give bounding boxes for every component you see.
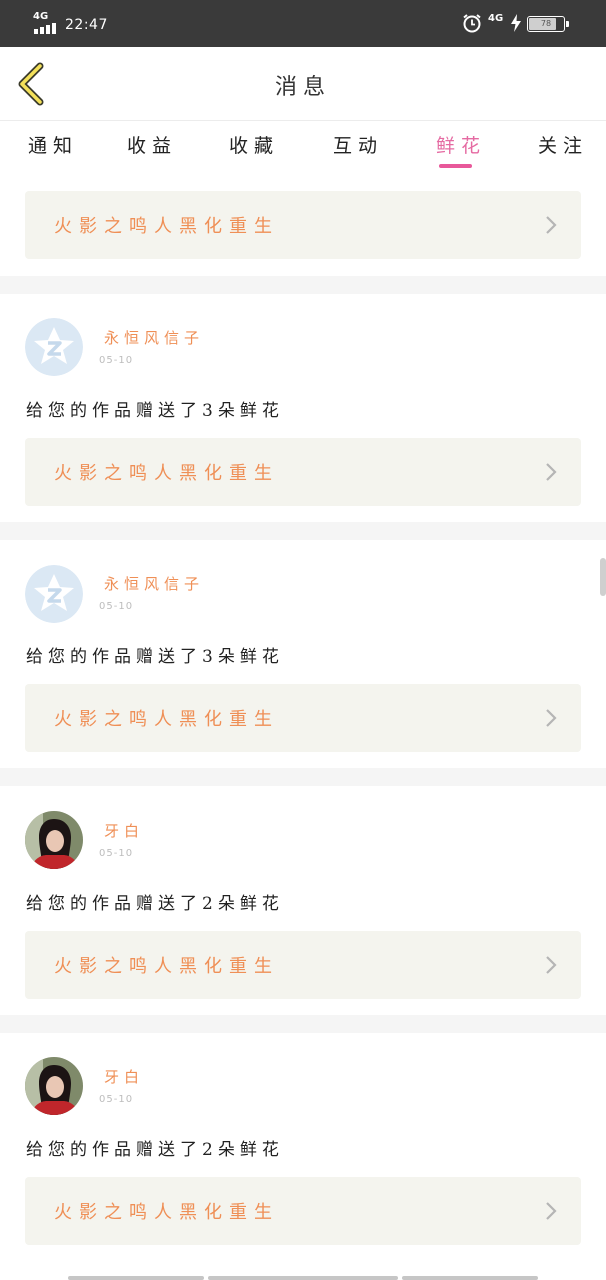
avatar[interactable] bbox=[25, 1057, 83, 1115]
section-divider bbox=[0, 522, 606, 540]
clock: 22:47 bbox=[65, 17, 108, 33]
photo-avatar-icon bbox=[25, 811, 83, 869]
section-divider bbox=[0, 768, 606, 786]
tab-follows[interactable]: 关注 bbox=[538, 131, 588, 158]
message-date: 05-10 bbox=[99, 355, 134, 366]
message-date: 05-10 bbox=[99, 848, 134, 859]
battery-icon: 78 bbox=[527, 16, 569, 32]
network-type-right: 4G bbox=[488, 13, 504, 24]
message-text: 给您的作品赠送了3朵鲜花 bbox=[26, 647, 284, 667]
tab-notifications[interactable]: 通知 bbox=[28, 131, 78, 158]
message-text: 给您的作品赠送了2朵鲜花 bbox=[26, 1140, 284, 1160]
tab-flowers[interactable]: 鲜花 bbox=[436, 131, 486, 158]
status-bar: 4G 22:47 4G 78 bbox=[0, 0, 606, 47]
avatar[interactable] bbox=[25, 811, 83, 869]
avatar[interactable] bbox=[25, 318, 83, 376]
scrollbar-thumb[interactable] bbox=[600, 558, 606, 596]
chevron-right-icon bbox=[546, 1202, 557, 1220]
photo-avatar-icon bbox=[25, 1057, 83, 1115]
tab-favorites[interactable]: 收藏 bbox=[229, 131, 279, 158]
page-title: 消息 bbox=[274, 75, 331, 100]
qq-default-avatar-icon bbox=[25, 565, 83, 623]
app-header: 消息 bbox=[0, 47, 606, 121]
work-title: 火影之鸣人黑化重生 bbox=[54, 709, 279, 730]
section-divider bbox=[0, 276, 606, 294]
username[interactable]: 永恒风信子 bbox=[104, 327, 204, 348]
charging-icon bbox=[511, 14, 521, 32]
tab-bar: 通知 收益 收藏 互动 鲜花 关注 bbox=[0, 121, 606, 173]
battery-level: 78 bbox=[540, 19, 552, 28]
status-right: 4G 78 bbox=[462, 12, 572, 36]
message-date: 05-10 bbox=[99, 601, 134, 612]
qq-default-avatar-icon bbox=[25, 318, 83, 376]
chevron-right-icon bbox=[546, 216, 557, 234]
section-divider bbox=[0, 1015, 606, 1033]
chevron-right-icon bbox=[546, 463, 557, 481]
tab-earnings[interactable]: 收益 bbox=[127, 131, 177, 158]
message-text: 给您的作品赠送了2朵鲜花 bbox=[26, 894, 284, 914]
work-title: 火影之鸣人黑化重生 bbox=[54, 216, 279, 237]
network-type: 4G bbox=[33, 11, 49, 22]
chevron-right-icon bbox=[546, 956, 557, 974]
work-title: 火影之鸣人黑化重生 bbox=[54, 463, 279, 484]
work-link-card[interactable]: 火影之鸣人黑化重生 bbox=[25, 931, 581, 999]
bottom-edge-bar bbox=[0, 1274, 606, 1280]
chevron-right-icon bbox=[546, 709, 557, 727]
username[interactable]: 牙白 bbox=[104, 1066, 144, 1087]
alarm-icon bbox=[463, 14, 481, 33]
tab-interactions[interactable]: 互动 bbox=[333, 131, 383, 158]
work-link-card[interactable]: 火影之鸣人黑化重生 bbox=[25, 1177, 581, 1245]
work-title: 火影之鸣人黑化重生 bbox=[54, 1202, 279, 1223]
work-link-card[interactable]: 火影之鸣人黑化重生 bbox=[25, 191, 581, 259]
work-link-card[interactable]: 火影之鸣人黑化重生 bbox=[25, 684, 581, 752]
username[interactable]: 永恒风信子 bbox=[104, 573, 204, 594]
active-tab-indicator bbox=[439, 164, 472, 168]
message-date: 05-10 bbox=[99, 1094, 134, 1105]
message-text: 给您的作品赠送了3朵鲜花 bbox=[26, 401, 284, 421]
signal-icon bbox=[34, 23, 56, 34]
work-title: 火影之鸣人黑化重生 bbox=[54, 956, 279, 977]
avatar[interactable] bbox=[25, 565, 83, 623]
username[interactable]: 牙白 bbox=[104, 820, 144, 841]
work-link-card[interactable]: 火影之鸣人黑化重生 bbox=[25, 438, 581, 506]
